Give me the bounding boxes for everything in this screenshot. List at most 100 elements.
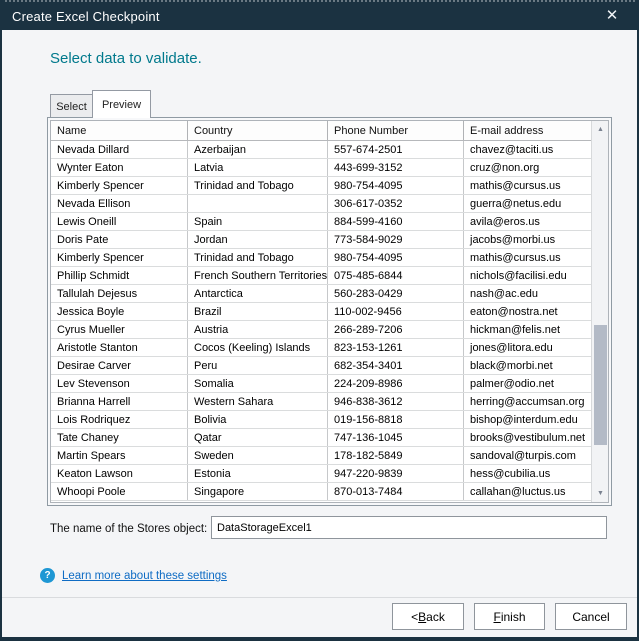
cell-phone: 884-599-4160	[328, 213, 464, 230]
table-row[interactable]: Kimberly Spencer Trinidad and Tobago 980…	[51, 177, 591, 195]
cell-email: sandoval@turpis.com	[464, 447, 591, 464]
cell-country: French Southern Territories	[188, 267, 328, 284]
table-row[interactable]: Keaton Lawson Estonia 947-220-9839 hess@…	[51, 465, 591, 483]
cell-phone: 980-754-4095	[328, 177, 464, 194]
cell-phone: 178-182-5849	[328, 447, 464, 464]
cell-country: Trinidad and Tobago	[188, 249, 328, 266]
table-row[interactable]: Phillip Schmidt French Southern Territor…	[51, 267, 591, 285]
cell-email: avila@eros.us	[464, 213, 591, 230]
cell-phone: 980-754-4095	[328, 249, 464, 266]
table-row[interactable]: Whoopi Poole Singapore 870-013-7484 call…	[51, 483, 591, 501]
cell-email: bishop@interdum.edu	[464, 411, 591, 428]
close-icon[interactable]: ✕	[595, 0, 629, 30]
cell-country: Antarctica	[188, 285, 328, 302]
cell-name: Lev Stevenson	[51, 375, 188, 392]
cell-country: Qatar	[188, 429, 328, 446]
help-icon[interactable]: ?	[40, 568, 55, 583]
cell-phone: 557-674-2501	[328, 141, 464, 158]
cell-email: brooks@vestibulum.net	[464, 429, 591, 446]
table-row[interactable]: Tallulah Dejesus Antarctica 560-283-0429…	[51, 285, 591, 303]
cell-country: Peru	[188, 357, 328, 374]
finish-button[interactable]: Finish	[474, 603, 545, 630]
column-header-phone[interactable]: Phone Number	[328, 121, 464, 140]
table-row[interactable]: Desirae Carver Peru 682-354-3401 black@m…	[51, 357, 591, 375]
cell-email: eaton@nostra.net	[464, 303, 591, 320]
scroll-up-icon[interactable]: ▲	[592, 121, 609, 138]
column-header-email[interactable]: E-mail address	[464, 121, 591, 140]
cell-phone: 823-153-1261	[328, 339, 464, 356]
cell-email: guerra@netus.edu	[464, 195, 591, 212]
cell-phone: 747-136-1045	[328, 429, 464, 446]
scrollbar-thumb[interactable]	[594, 325, 607, 445]
cell-email: jacobs@morbi.us	[464, 231, 591, 248]
cell-name: Kimberly Spencer	[51, 177, 188, 194]
table-row[interactable]: Brianna Harrell Western Sahara 946-838-3…	[51, 393, 591, 411]
cell-name: Lois Rodriquez	[51, 411, 188, 428]
cancel-button[interactable]: Cancel	[555, 603, 627, 630]
cell-name: Doris Pate	[51, 231, 188, 248]
cell-name: Martin Spears	[51, 447, 188, 464]
cell-country: Jordan	[188, 231, 328, 248]
cell-email: mathis@cursus.us	[464, 249, 591, 266]
cell-name: Tate Chaney	[51, 429, 188, 446]
table-row[interactable]: Nevada Ellison 306-617-0352 guerra@netus…	[51, 195, 591, 213]
table-row[interactable]: Lewis Oneill Spain 884-599-4160 avila@er…	[51, 213, 591, 231]
cell-phone: 947-220-9839	[328, 465, 464, 482]
preview-table-panel: Name Country Phone Number E-mail address…	[47, 117, 612, 506]
table-row[interactable]: Kimberly Spencer Trinidad and Tobago 980…	[51, 249, 591, 267]
table-row[interactable]: Martin Spears Sweden 178-182-5849 sandov…	[51, 447, 591, 465]
cell-phone: 870-013-7484	[328, 483, 464, 500]
cell-phone: 560-283-0429	[328, 285, 464, 302]
cell-phone: 682-354-3401	[328, 357, 464, 374]
cell-phone: 266-289-7206	[328, 321, 464, 338]
table-row[interactable]: Cyrus Mueller Austria 266-289-7206 hickm…	[51, 321, 591, 339]
table-row[interactable]: Lois Rodriquez Bolivia 019-156-8818 bish…	[51, 411, 591, 429]
table-row[interactable]: Aristotle Stanton Cocos (Keeling) Island…	[51, 339, 591, 357]
cell-country: Bolivia	[188, 411, 328, 428]
cell-phone: 443-699-3152	[328, 159, 464, 176]
tab-select[interactable]: Select	[50, 94, 93, 118]
cell-country: Azerbaijan	[188, 141, 328, 158]
column-header-name[interactable]: Name	[51, 121, 188, 140]
table-header-row: Name Country Phone Number E-mail address	[51, 121, 591, 141]
cell-email: callahan@luctus.us	[464, 483, 591, 500]
cell-email: nichols@facilisi.edu	[464, 267, 591, 284]
cell-country: Somalia	[188, 375, 328, 392]
table-row[interactable]: Doris Pate Jordan 773-584-9029 jacobs@mo…	[51, 231, 591, 249]
cell-phone: 306-617-0352	[328, 195, 464, 212]
table-row[interactable]: Lev Stevenson Somalia 224-209-8986 palme…	[51, 375, 591, 393]
table-row[interactable]: Jessica Boyle Brazil 110-002-9456 eaton@…	[51, 303, 591, 321]
cell-phone: 019-156-8818	[328, 411, 464, 428]
cell-country: Latvia	[188, 159, 328, 176]
cell-phone: 224-209-8986	[328, 375, 464, 392]
cell-phone: 946-838-3612	[328, 393, 464, 410]
stores-object-input[interactable]	[211, 516, 607, 539]
table-row[interactable]: Wynter Eaton Latvia 443-699-3152 cruz@no…	[51, 159, 591, 177]
table-row[interactable]: Nevada Dillard Azerbaijan 557-674-2501 c…	[51, 141, 591, 159]
cell-name: Phillip Schmidt	[51, 267, 188, 284]
cell-name: Nevada Ellison	[51, 195, 188, 212]
cell-phone: 773-584-9029	[328, 231, 464, 248]
cell-name: Cyrus Mueller	[51, 321, 188, 338]
cell-name: Aristotle Stanton	[51, 339, 188, 356]
vertical-scrollbar[interactable]: ▲ ▼	[591, 121, 608, 502]
scroll-down-icon[interactable]: ▼	[592, 485, 609, 502]
tab-preview[interactable]: Preview	[92, 90, 151, 118]
cell-phone: 075-485-6844	[328, 267, 464, 284]
page-title: Select data to validate.	[50, 50, 202, 67]
cell-email: herring@accumsan.org	[464, 393, 591, 410]
cell-name: Whoopi Poole	[51, 483, 188, 500]
learn-more-link[interactable]: Learn more about these settings	[62, 570, 227, 582]
cell-country: Sweden	[188, 447, 328, 464]
table-row[interactable]: Tate Chaney Qatar 747-136-1045 brooks@ve…	[51, 429, 591, 447]
cell-country	[188, 195, 328, 212]
cell-name: Kimberly Spencer	[51, 249, 188, 266]
column-header-country[interactable]: Country	[188, 121, 328, 140]
cell-email: jones@litora.edu	[464, 339, 591, 356]
table-body: Nevada Dillard Azerbaijan 557-674-2501 c…	[51, 141, 591, 501]
cell-country: Estonia	[188, 465, 328, 482]
cell-name: Brianna Harrell	[51, 393, 188, 410]
back-button[interactable]: < Back	[392, 603, 464, 630]
cell-email: mathis@cursus.us	[464, 177, 591, 194]
cell-email: hess@cubilia.us	[464, 465, 591, 482]
